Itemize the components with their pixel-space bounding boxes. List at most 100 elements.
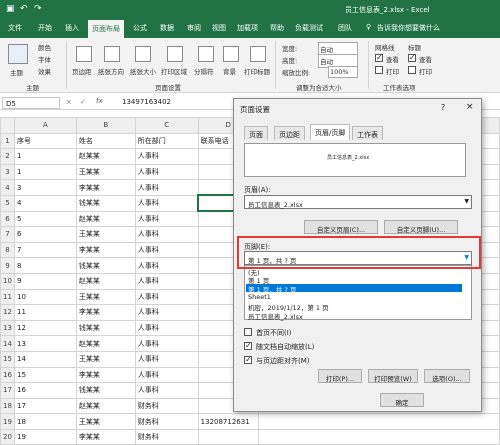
tell-me-search[interactable]: 告诉我你想要做什么 (377, 23, 440, 33)
cell[interactable]: 赵某某 (75, 272, 136, 290)
colors-button[interactable]: 颜色 (38, 42, 51, 52)
cell[interactable]: 9 (13, 272, 77, 290)
cell[interactable]: 人事科 (134, 241, 199, 259)
custom-header-button[interactable]: 自定义页眉(C)... (304, 220, 378, 234)
header-select[interactable]: 员工信息表_2.xlsx ▼ (244, 195, 472, 209)
background-icon[interactable] (223, 46, 239, 62)
menu-page-layout[interactable]: 页面布局 (88, 20, 124, 38)
close-icon[interactable]: × (466, 102, 474, 112)
print-area-icon[interactable] (167, 46, 183, 62)
cell[interactable]: 13 (13, 335, 77, 352)
select-all-corner[interactable] (0, 117, 15, 134)
row-header[interactable]: 14 (0, 335, 15, 352)
row-header[interactable]: 16 (0, 366, 15, 384)
cell[interactable]: 财务科 (134, 413, 199, 430)
help-icon[interactable]: ? (441, 103, 445, 112)
row-header[interactable]: 20 (0, 428, 15, 445)
cell[interactable] (197, 428, 259, 445)
list-item[interactable]: Sheet1 (246, 293, 462, 301)
scale-input[interactable]: 100% (328, 66, 358, 78)
cell[interactable]: 人事科 (134, 288, 199, 306)
cell[interactable]: 10 (13, 288, 77, 306)
menu-review[interactable]: 审阅 (187, 23, 201, 33)
cell[interactable]: 人事科 (134, 366, 199, 384)
cell[interactable]: 人事科 (134, 272, 199, 290)
cell[interactable]: 李某某 (75, 241, 136, 259)
row-header[interactable]: 2 (0, 148, 15, 165)
cell[interactable]: 赵某某 (75, 397, 136, 415)
print-preview-button[interactable]: 打印预览(W) (368, 369, 418, 383)
tab-header-footer[interactable]: 页眉/页脚 (310, 124, 351, 140)
fonts-button[interactable]: 字体 (38, 54, 51, 64)
cell[interactable]: 5 (13, 210, 77, 228)
cell[interactable] (257, 428, 500, 445)
row-header[interactable]: 10 (0, 272, 15, 290)
menu-help[interactable]: 帮助 (270, 23, 284, 33)
print-titles-icon[interactable] (250, 46, 266, 62)
cell[interactable]: 12 (13, 319, 77, 337)
options-button[interactable]: 选项(O)... (424, 369, 470, 383)
cell[interactable]: 14 (13, 350, 77, 368)
cell[interactable]: 钱某某 (75, 382, 136, 399)
enter-icon[interactable]: ✓ (80, 98, 86, 106)
print-button[interactable]: 打印(P)... (318, 369, 362, 383)
cell[interactable]: 王某某 (75, 163, 136, 181)
cell[interactable]: 李某某 (75, 366, 136, 384)
cell[interactable]: 8 (13, 257, 77, 274)
tab-margins[interactable]: 页边距 (274, 126, 305, 140)
cell[interactable]: 李某某 (75, 304, 136, 321)
effects-button[interactable]: 效果 (38, 66, 51, 76)
cell[interactable]: 18 (13, 413, 77, 430)
menu-load-test[interactable]: 负载测试 (295, 23, 323, 33)
cell[interactable]: 王某某 (75, 226, 136, 243)
row-header[interactable]: 19 (0, 413, 15, 430)
list-item[interactable]: 第 1 页，共 ? 页 (246, 284, 462, 294)
menu-file[interactable]: 文件 (8, 23, 22, 33)
cell[interactable]: 李某某 (75, 428, 136, 445)
cancel-icon[interactable]: × (66, 98, 72, 106)
cell[interactable]: 19 (13, 428, 77, 445)
menu-data[interactable]: 数据 (160, 23, 174, 33)
list-item[interactable]: 员工信息表_2.xlsx (246, 311, 462, 321)
cell[interactable]: 1 (13, 163, 77, 181)
menu-insert[interactable]: 插入 (65, 23, 79, 33)
row-header[interactable]: 12 (0, 304, 15, 321)
cell[interactable]: 16 (13, 382, 77, 399)
gridlines-print-checkbox[interactable] (375, 66, 383, 74)
row-header[interactable]: 17 (0, 382, 15, 399)
menu-view[interactable]: 视图 (212, 23, 226, 33)
cell[interactable]: 人事科 (134, 179, 199, 196)
cell[interactable]: 7 (13, 241, 77, 259)
orientation-button[interactable]: 纸张方向 (98, 66, 124, 76)
align-margins-checkbox[interactable] (244, 355, 252, 364)
row-header[interactable]: 18 (0, 397, 15, 415)
row-header[interactable]: 15 (0, 350, 15, 368)
footer-options-list[interactable]: (无) 第 1 页 第 1 页，共 ? 页 Sheet1 机密，2019/1/1… (244, 265, 472, 321)
row-header[interactable]: 7 (0, 226, 15, 243)
cell[interactable]: 人事科 (134, 335, 199, 352)
row-header[interactable]: 8 (0, 241, 15, 259)
breaks-button[interactable]: 分隔符 (194, 66, 214, 76)
cell[interactable]: 6 (13, 226, 77, 243)
cell[interactable]: 人事科 (134, 319, 199, 337)
redo-icon[interactable]: ↷ (34, 4, 42, 14)
cell[interactable]: 人事科 (134, 226, 199, 243)
cell[interactable]: 人事科 (134, 148, 199, 165)
cell[interactable]: 人事科 (134, 163, 199, 181)
cell[interactable]: 人事科 (134, 257, 199, 274)
themes-label[interactable]: 主题 (10, 67, 23, 77)
print-titles-button[interactable]: 打印标题 (244, 66, 270, 76)
cell[interactable]: 钱某某 (75, 194, 136, 212)
cell[interactable]: 赵某某 (75, 148, 136, 165)
cell[interactable]: 人事科 (134, 382, 199, 399)
cell[interactable]: 钱某某 (75, 319, 136, 337)
cell[interactable]: 王某某 (75, 288, 136, 306)
menu-addins[interactable]: 加载项 (237, 23, 258, 33)
background-button[interactable]: 背景 (223, 66, 236, 76)
save-icon[interactable]: ▣ (6, 4, 15, 14)
size-icon[interactable] (135, 46, 151, 62)
different-first-checkbox[interactable] (244, 328, 252, 336)
menu-home[interactable]: 开始 (38, 23, 52, 33)
list-item[interactable]: 机密，2019/1/12，第 1 页 (246, 302, 462, 312)
tab-sheet[interactable]: 工作表 (352, 126, 383, 140)
